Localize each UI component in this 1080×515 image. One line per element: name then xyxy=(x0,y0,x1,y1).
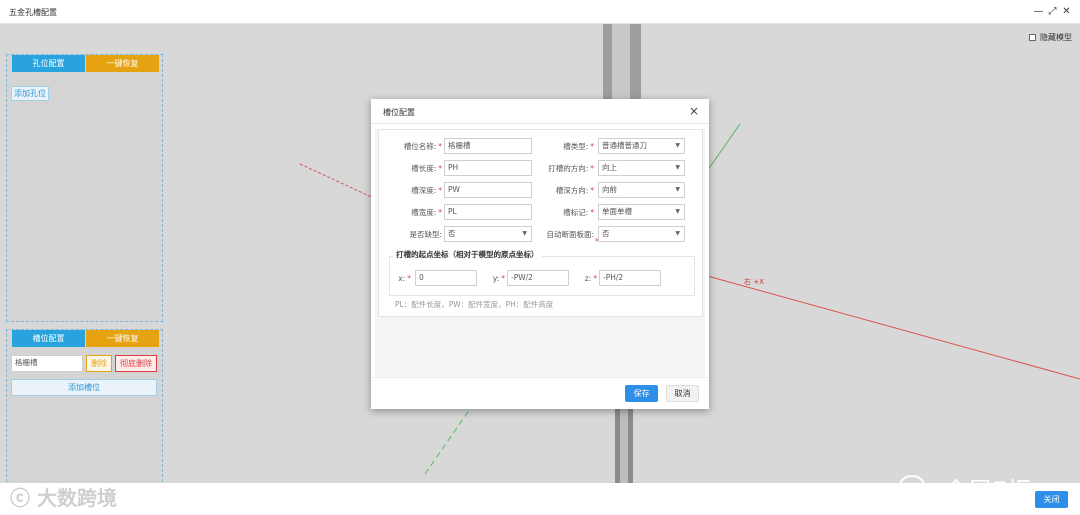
save-button[interactable]: 保存 xyxy=(625,385,658,402)
y-label: y: * xyxy=(492,274,505,283)
slot-restore-button[interactable]: 一键恢复 xyxy=(86,330,159,347)
wechat-icon xyxy=(899,474,927,483)
maximize-icon[interactable]: ⤢ xyxy=(1047,6,1058,17)
slot-type-label: 槽类型: * xyxy=(563,142,594,151)
slot-name-label: 槽位名称: * xyxy=(403,142,442,151)
length-label: 槽长度: * xyxy=(411,164,442,173)
slot-config-dialog: 槽位配置 × 槽位名称: * 格栅槽 槽类型: * 普通槽普通刀 ▼ 槽长度: * PH… xyxy=(371,99,709,409)
chevron-down-icon: ▼ xyxy=(675,208,680,215)
x-label: x: * xyxy=(398,274,411,283)
hole-restore-button[interactable]: 一键恢复 xyxy=(86,55,159,72)
close-window-icon[interactable]: ✕ xyxy=(1061,6,1072,17)
tab-slot-config[interactable]: 槽位配置 xyxy=(12,330,85,347)
watermark-right: 全屋E柜 xyxy=(898,471,1031,483)
slot-name-field[interactable]: 格栅槽 xyxy=(444,138,532,154)
hide-model-label: 隐藏模型 xyxy=(1040,33,1072,42)
origin-x-field[interactable]: 0 xyxy=(415,270,477,286)
dimension-note: PL：配件长度，PW：配件宽度，PH：配件高度 xyxy=(395,300,554,309)
dialog-header: 槽位配置 × xyxy=(371,99,709,124)
depth-field[interactable]: PW xyxy=(444,182,532,198)
dialog-title: 槽位配置 xyxy=(383,108,415,117)
auto-label: 自动断面板面: xyxy=(546,230,594,239)
y-axis-dashed xyxy=(424,408,471,475)
watermark-right-text: 全屋E柜 xyxy=(944,471,1031,483)
slot-type-select[interactable]: 普通槽普通刀 ▼ xyxy=(598,138,685,154)
watermark-logo-icon: ⓒ xyxy=(10,486,37,510)
axis-x-label: 右 +X xyxy=(744,278,764,286)
hole-config-panel: 孔位配置 一键恢复 添加孔位 xyxy=(6,54,163,322)
slot-name-item[interactable]: 格栅槽 xyxy=(11,355,83,372)
direction-label: 打槽的方向: * xyxy=(548,164,594,173)
window-title: 五金孔槽配置 xyxy=(9,8,57,17)
delete-all-slot-button[interactable]: 彻底删除 xyxy=(115,355,157,372)
hide-model-toggle[interactable]: 隐藏模型 xyxy=(1029,32,1072,43)
dialog-close-icon[interactable]: × xyxy=(689,104,699,118)
delete-slot-button[interactable]: 删除 xyxy=(86,355,112,372)
window-titlebar: 五金孔槽配置 — ⤢ ✕ xyxy=(0,0,1080,24)
depth-direction-select[interactable]: 向前 ▼ xyxy=(598,182,685,198)
chevron-down-icon: ▼ xyxy=(675,186,680,193)
x-axis-line xyxy=(699,273,1080,380)
chevron-down-icon: ▼ xyxy=(675,164,680,171)
minimize-icon[interactable]: — xyxy=(1033,6,1044,17)
close-button[interactable]: 关闭 xyxy=(1035,491,1068,508)
add-slot-button[interactable]: 添加槽位 xyxy=(11,379,157,396)
tab-hole-config[interactable]: 孔位配置 xyxy=(12,55,85,72)
slot-config-panel: 槽位配置 一键恢复 格栅槽 删除 彻底删除 添加槽位 xyxy=(6,329,163,483)
y-axis-line xyxy=(704,123,741,175)
mark-select[interactable]: 单面单槽 ▼ xyxy=(598,204,685,220)
hide-model-checkbox[interactable] xyxy=(1029,34,1036,41)
z-label: z: * xyxy=(584,274,597,283)
dialog-body: 槽位名称: * 格栅槽 槽类型: * 普通槽普通刀 ▼ 槽长度: * PH 打槽的方向:… xyxy=(375,129,705,407)
dialog-footer: 保存 取消 xyxy=(371,377,709,409)
chevron-down-icon: ▼ xyxy=(675,142,680,149)
origin-title: 打槽的起点坐标（相对于模型的原点坐标） xyxy=(393,249,542,260)
origin-y-field[interactable]: -PW/2 xyxy=(507,270,569,286)
mark-label: 槽标记: * xyxy=(563,208,594,217)
origin-z-field[interactable]: -PH/2 xyxy=(599,270,661,286)
bottom-bar: 关闭 xyxy=(0,483,1080,515)
add-hole-button[interactable]: 添加孔位 xyxy=(11,86,49,101)
auto-select[interactable]: 否 ▼ xyxy=(598,226,685,242)
direction-select[interactable]: 向上 ▼ xyxy=(598,160,685,176)
chevron-down-icon: ▼ xyxy=(675,230,680,237)
notch-label: 是否缺型: xyxy=(409,230,442,239)
length-field[interactable]: PH xyxy=(444,160,532,176)
width-field[interactable]: PL xyxy=(444,204,532,220)
watermark-left-text: 大数跨境 xyxy=(36,486,117,510)
cancel-button[interactable]: 取消 xyxy=(666,385,699,402)
watermark-left: ⓒ 大数跨境 xyxy=(10,482,117,511)
width-label: 槽宽度: * xyxy=(411,208,442,217)
slot-form: 槽位名称: * 格栅槽 槽类型: * 普通槽普通刀 ▼ 槽长度: * PH 打槽的方向:… xyxy=(378,129,703,317)
depth-label: 槽深度: * xyxy=(411,186,442,195)
depth-direction-label: 槽深方向: * xyxy=(555,186,594,195)
